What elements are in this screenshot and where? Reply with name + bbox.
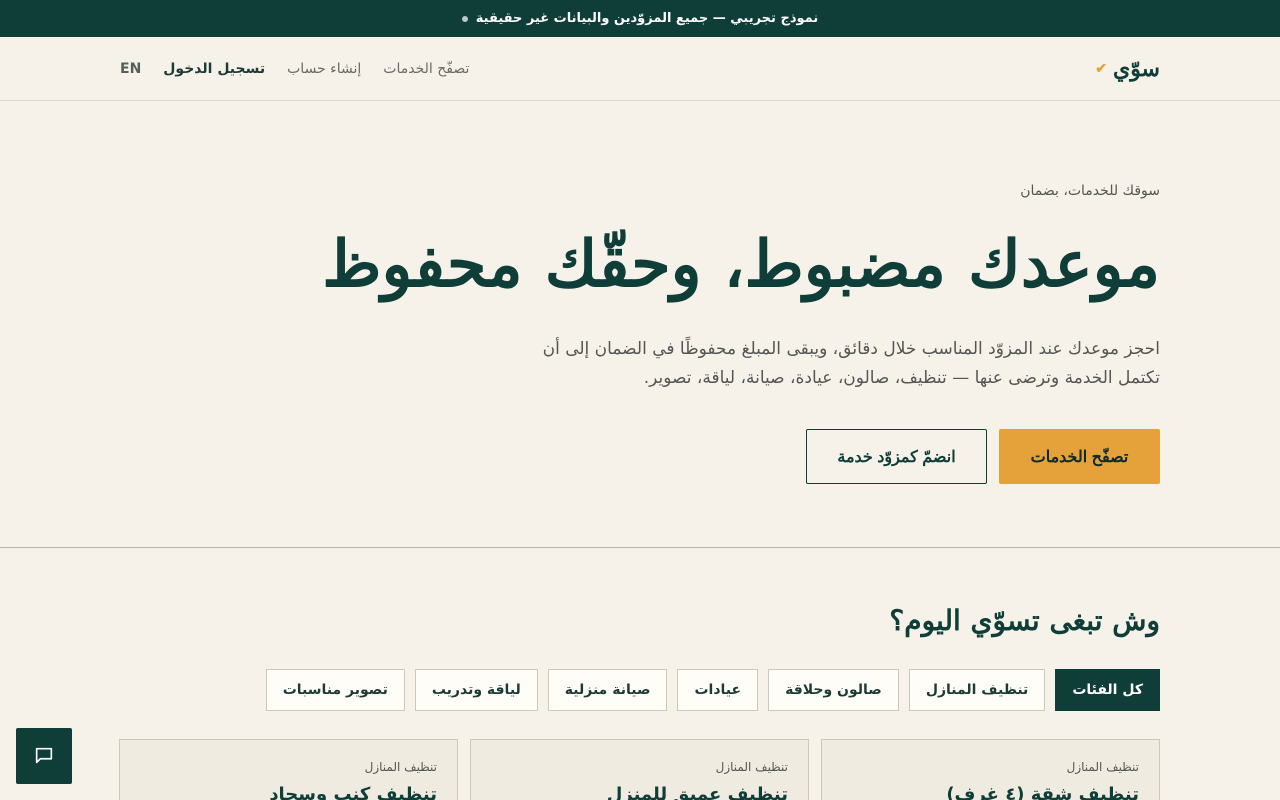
site-logo[interactable]: سوّي ✔ [1095,56,1160,82]
chip-event-photography[interactable]: تصوير مناسبات [265,669,405,711]
hero-section: سوقك للخدمات، بضمان موعدك مضبوط، وحقّك م… [0,101,1280,548]
service-card-title: تنظيف كنب وسجاد [269,784,437,800]
demo-notice-bar: نموذج تجريبي — جميع المزوّدين والبيانات … [0,0,1280,37]
category-filter-chips: كل الفئات تنظيف المنازل صالون وحلاقة عيا… [265,669,1160,711]
language-toggle[interactable]: EN [120,61,141,77]
nav-links: تصفّح الخدمات إنشاء حساب تسجيل الدخول EN [120,61,469,77]
chip-salon[interactable]: صالون وحلاقة [768,669,899,711]
service-card[interactable]: تنظيف المنازل تنظيف عميق للمنزل [470,739,809,800]
service-card[interactable]: تنظيف المنازل تنظيف كنب وسجاد [119,739,458,800]
chip-fitness[interactable]: لياقة وتدريب [414,669,538,711]
chip-clinics[interactable]: عيادات [677,669,759,711]
hero-title: موعدك مضبوط، وحقّك محفوظ [322,227,1160,302]
service-card[interactable]: تنظيف المنازل تنظيف شقة (٤ غرف) [821,739,1160,800]
service-cards: تنظيف المنازل تنظيف شقة (٤ غرف) تنظيف ال… [119,739,1160,800]
check-icon: ✔ [1095,60,1107,77]
notice-text: نموذج تجريبي — جميع المزوّدين والبيانات … [475,11,819,26]
chat-bubble-icon [35,747,53,764]
service-card-category: تنظيف المنازل [1066,760,1139,774]
main-nav: سوّي ✔ تصفّح الخدمات إنشاء حساب تسجيل ال… [0,37,1280,101]
nav-browse-link[interactable]: تصفّح الخدمات [383,61,469,77]
chip-home-maintenance[interactable]: صيانة منزلية [547,669,668,711]
browse-services-button[interactable]: تصفّح الخدمات [999,429,1160,484]
services-section-title: وش تبغى تسوّي اليوم؟ [889,604,1160,637]
nav-register-link[interactable]: إنشاء حساب [287,61,361,77]
hero-description: احجز موعدك عند المزوّد المناسب خلال دقائ… [542,339,1160,388]
join-provider-button[interactable]: انضمّ كمزوّد خدمة [806,429,987,484]
service-card-title: تنظيف شقة (٤ غرف) [946,784,1139,800]
service-card-title: تنظيف عميق للمنزل [606,784,788,800]
chat-button[interactable] [16,728,72,784]
nav-login-link[interactable]: تسجيل الدخول [163,61,265,77]
service-card-category: تنظيف المنازل [715,760,788,774]
bullet-dot-icon [461,15,468,22]
chip-all-categories[interactable]: كل الفئات [1055,669,1160,711]
service-card-category: تنظيف المنازل [364,760,437,774]
chip-home-cleaning[interactable]: تنظيف المنازل [908,669,1046,711]
hero-eyebrow: سوقك للخدمات، بضمان [1020,183,1160,199]
hero-actions: تصفّح الخدمات انضمّ كمزوّد خدمة [806,429,1160,484]
logo-text: سوّي [1112,55,1160,82]
